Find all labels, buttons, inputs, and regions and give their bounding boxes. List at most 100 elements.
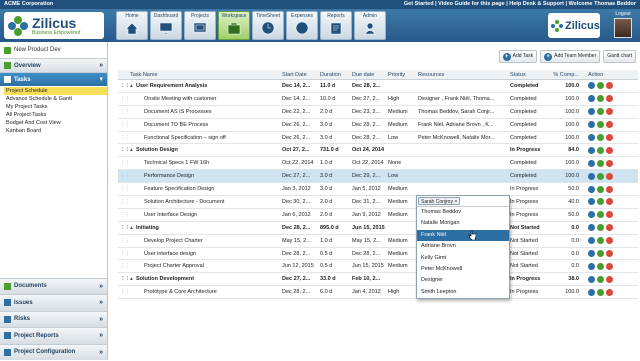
percent-complete-cell[interactable]: 0.0 — [546, 248, 582, 260]
percent-complete-cell[interactable]: 0.0 — [546, 260, 582, 272]
delete-icon[interactable] — [606, 289, 613, 296]
start-date-cell[interactable]: Dec 26, 2... — [280, 119, 318, 131]
sidebar-section-issues[interactable]: Issues» — [0, 294, 107, 311]
percent-complete-cell[interactable]: 50.0 — [546, 209, 582, 221]
edit-icon[interactable] — [597, 289, 604, 296]
priority-cell[interactable]: Medium — [386, 248, 416, 260]
duration-cell[interactable]: 6.0 d — [318, 286, 350, 298]
delete-icon[interactable] — [606, 198, 613, 205]
duration-cell[interactable]: 2.0 d — [318, 209, 350, 221]
delete-icon[interactable] — [606, 134, 613, 141]
delete-icon[interactable] — [606, 250, 613, 257]
add-subtask-icon[interactable] — [588, 276, 595, 283]
percent-complete-cell[interactable]: 0.0 — [546, 235, 582, 247]
drag-handle-icon[interactable]: ⋮⋮ — [118, 209, 128, 221]
delete-icon[interactable] — [606, 95, 613, 102]
status-cell[interactable]: Not Started — [508, 248, 546, 260]
priority-cell[interactable]: Low — [386, 170, 416, 182]
delete-icon[interactable] — [606, 211, 613, 218]
resource-option[interactable]: Smith Leepton — [417, 287, 509, 298]
task-name-cell[interactable]: Feature Specification Design — [128, 183, 280, 195]
sidebar-task-link[interactable]: Advance Schedule & Gantt — [4, 95, 107, 103]
task-name-cell[interactable]: Solution Architecture - Document — [128, 196, 280, 208]
add-subtask-icon[interactable] — [588, 186, 595, 193]
nav-dashboard[interactable]: Dashboard — [150, 11, 182, 40]
add-subtask-icon[interactable] — [588, 250, 595, 257]
drag-handle-icon[interactable]: ⋮⋮ — [118, 196, 128, 208]
percent-complete-cell[interactable]: 100.0 — [546, 80, 582, 92]
column-header[interactable]: Duration — [318, 70, 350, 79]
due-date-cell[interactable]: Dec 28, 2... — [350, 119, 386, 131]
sidebar-section-tasks[interactable]: Tasks▾ — [0, 72, 107, 86]
task-name-cell[interactable]: Document AS IS Processes — [128, 106, 280, 118]
duration-cell[interactable]: 10.0 d — [318, 93, 350, 105]
start-date-cell[interactable]: May 15, 2... — [280, 235, 318, 247]
percent-complete-cell[interactable]: 100.0 — [546, 106, 582, 118]
table-row[interactable]: ⋮⋮Technical Specs 1 FW 16hOct 22, 20141.… — [118, 157, 638, 170]
table-row[interactable]: ⋮⋮Onsite Meeting with customerDec 14, 2.… — [118, 93, 638, 106]
percent-complete-cell[interactable]: 100.0 — [546, 132, 582, 144]
resources-cell[interactable]: Thomas Beddov, Sarah Conjr... — [416, 106, 508, 118]
start-date-cell[interactable]: Dec 14, 2... — [280, 80, 318, 92]
logout-button[interactable]: Logout — [610, 11, 636, 41]
add-subtask-icon[interactable] — [588, 82, 595, 89]
add-subtask-icon[interactable] — [588, 263, 595, 270]
status-cell[interactable]: In Progress — [508, 209, 546, 221]
percent-complete-cell[interactable]: 50.0 — [546, 183, 582, 195]
status-cell[interactable]: Not Started — [508, 260, 546, 272]
percent-complete-cell[interactable]: 38.0 — [546, 273, 582, 285]
status-cell[interactable]: Completed — [508, 170, 546, 182]
table-row[interactable]: ⋮⋮Develop Project CharterMay 15, 2...1.0… — [118, 235, 638, 248]
add-subtask-icon[interactable] — [588, 237, 595, 244]
duration-cell[interactable]: 0.5 d — [318, 260, 350, 272]
table-row[interactable]: ⋮⋮Prototype & Core ArchitectureDec 28, 2… — [118, 286, 638, 299]
edit-icon[interactable] — [597, 250, 604, 257]
due-date-cell[interactable]: Jan 5, 2012 — [350, 183, 386, 195]
status-cell[interactable]: In Progress — [508, 286, 546, 298]
start-date-cell[interactable]: Dec 28, 2... — [280, 286, 318, 298]
status-cell[interactable]: In Progress — [508, 144, 546, 156]
nav-home[interactable]: Home — [116, 11, 148, 40]
duration-cell[interactable]: 3.0 d — [318, 183, 350, 195]
sidebar-task-link[interactable]: Project Schedule — [4, 87, 107, 95]
status-cell[interactable]: Not Started — [508, 235, 546, 247]
priority-cell[interactable]: Medium — [386, 106, 416, 118]
add-subtask-icon[interactable] — [588, 211, 595, 218]
resources-cell[interactable]: Peter McKnowell, Natalie Mor... — [416, 132, 508, 144]
percent-complete-cell[interactable]: 100.0 — [546, 119, 582, 131]
status-cell[interactable]: Completed — [508, 106, 546, 118]
nav-projects[interactable]: Projects — [184, 11, 216, 40]
task-name-cell[interactable]: Document TO BE Process — [128, 119, 280, 131]
column-header[interactable]: Due date — [350, 70, 386, 79]
edit-icon[interactable] — [597, 186, 604, 193]
summary-row[interactable]: ⋮⋮▴InitiatingDec 28, 2...895.0 dJun 15, … — [118, 222, 638, 235]
task-name-cell[interactable]: User Interface Design — [128, 209, 280, 221]
edit-icon[interactable] — [597, 173, 604, 180]
add-subtask-icon[interactable] — [588, 289, 595, 296]
drag-handle-icon[interactable]: ⋮⋮ — [118, 235, 128, 247]
edit-icon[interactable] — [597, 95, 604, 102]
task-name-cell[interactable]: Functional Specification – sign off — [128, 132, 280, 144]
sidebar-section-project-configuration[interactable]: Project Configuration» — [0, 344, 107, 361]
task-name-cell[interactable]: ▴Initiating — [128, 222, 280, 234]
column-header[interactable]: Status — [508, 70, 546, 79]
priority-cell[interactable]: Medium — [386, 235, 416, 247]
drag-handle-icon[interactable]: ⋮⋮ — [118, 157, 128, 169]
column-header[interactable]: Resources — [416, 70, 508, 79]
edit-icon[interactable] — [597, 121, 604, 128]
add-subtask-icon[interactable] — [588, 224, 595, 231]
status-cell[interactable]: Completed — [508, 93, 546, 105]
status-cell[interactable]: Completed — [508, 119, 546, 131]
duration-cell[interactable]: 2.0 d — [318, 196, 350, 208]
edit-icon[interactable] — [597, 82, 604, 89]
start-date-cell[interactable]: Dec 27, 2... — [280, 170, 318, 182]
drag-handle-icon[interactable]: ⋮⋮ — [118, 222, 128, 234]
start-date-cell[interactable]: Jan 3, 2012 — [280, 183, 318, 195]
percent-complete-cell[interactable]: 100.0 — [546, 93, 582, 105]
sidebar-task-link[interactable]: Kanban Board — [4, 127, 107, 135]
edit-icon[interactable] — [597, 108, 604, 115]
nav-workspace[interactable]: Workspace — [218, 11, 250, 40]
resources-cell[interactable]: Designer , Frank Niël, Thoma... — [416, 93, 508, 105]
status-cell[interactable]: In Progress — [508, 273, 546, 285]
due-date-cell[interactable]: Oct 24, 2014 — [350, 144, 386, 156]
